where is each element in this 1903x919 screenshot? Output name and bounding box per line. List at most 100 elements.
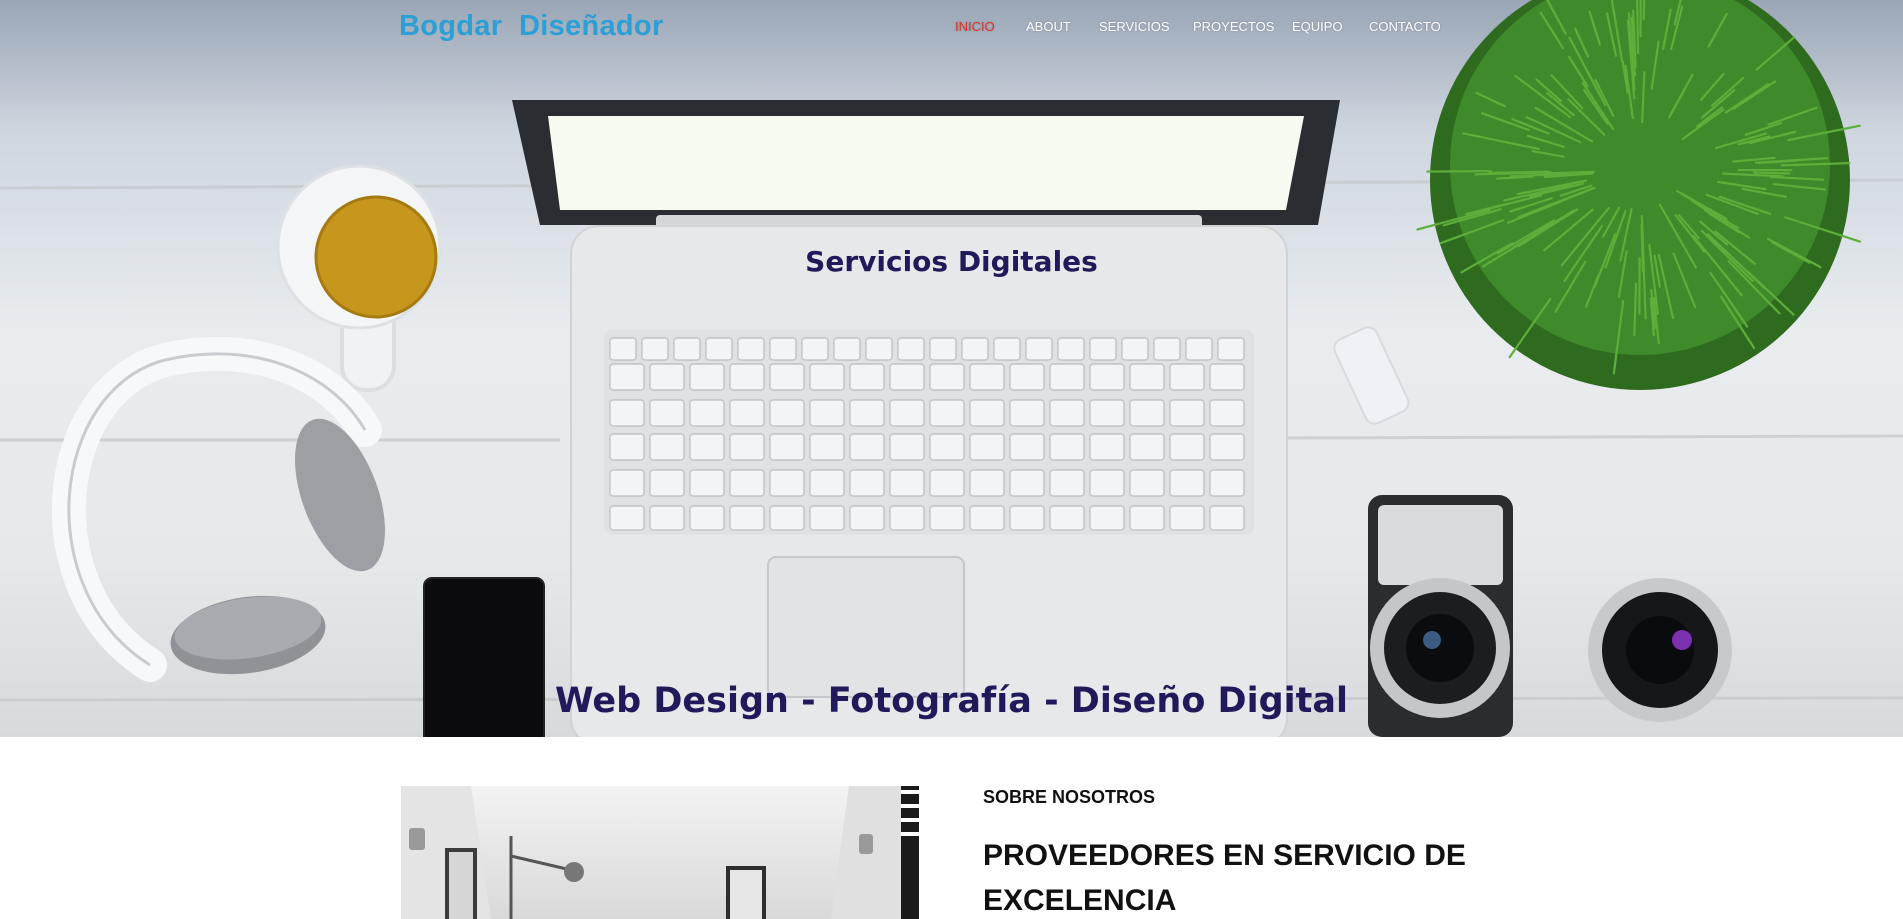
keyboard-key — [729, 433, 765, 461]
keyboard-key — [649, 433, 685, 461]
keyboard-key — [1009, 399, 1045, 427]
nav-item-about[interactable]: ABOUT — [1026, 19, 1071, 34]
keyboard-key — [1129, 399, 1165, 427]
keyboard-key — [1049, 469, 1085, 497]
keyboard-key — [1185, 337, 1213, 361]
keyboard-key — [1129, 363, 1165, 391]
nav-item-servicios[interactable]: SERVICIOS — [1099, 19, 1170, 34]
keyboard-key — [809, 505, 845, 531]
keyboard-key — [865, 337, 893, 361]
keyboard-key — [889, 433, 925, 461]
keyboard-key — [1009, 505, 1045, 531]
keyboard-key — [729, 505, 765, 531]
keyboard-key — [649, 469, 685, 497]
keyboard-key — [689, 505, 725, 531]
keyboard-key — [729, 363, 765, 391]
keyboard-key — [689, 469, 725, 497]
nav-item-proyectos[interactable]: PROYECTOS — [1193, 19, 1274, 34]
keyboard-key — [769, 399, 805, 427]
keyboard-key — [1089, 505, 1125, 531]
keyboard-key — [969, 505, 1005, 531]
keyboard-key — [1209, 433, 1245, 461]
keyboard-key — [849, 433, 885, 461]
keyboard-key — [1129, 433, 1165, 461]
keyboard-key — [1217, 337, 1245, 361]
keyboard-key — [609, 469, 645, 497]
grass-strand — [1642, 0, 1646, 21]
nav-item-inicio[interactable]: INICIO — [955, 19, 995, 34]
keyboard-key — [1129, 469, 1165, 497]
keyboard-key — [929, 433, 965, 461]
nav-item-equipo[interactable]: EQUIPO — [1292, 19, 1343, 34]
keyboard-key — [649, 363, 685, 391]
keyboard-key — [641, 337, 669, 361]
keyboard-key — [833, 337, 861, 361]
hero-banner: Bogdar Diseñador INICIO ABOUT SERVICIOS … — [0, 0, 1903, 737]
keyboard-key — [1209, 505, 1245, 531]
keyboard-key — [609, 337, 637, 361]
keyboard-key — [769, 433, 805, 461]
keyboard-key — [1089, 433, 1125, 461]
keyboard-key — [1089, 337, 1117, 361]
keyboard-key — [1009, 469, 1045, 497]
keyboard-key — [929, 399, 965, 427]
keyboard-key — [1049, 433, 1085, 461]
keyboard-key — [849, 363, 885, 391]
keyboard-key — [889, 363, 925, 391]
keyboard-key — [769, 363, 805, 391]
section-label: SOBRE NOSOTROS — [983, 787, 1156, 807]
site-logo[interactable]: Bogdar Diseñador — [399, 10, 664, 43]
keyboard-key — [1089, 469, 1125, 497]
keyboard-key — [1089, 399, 1125, 427]
keyboard-key — [729, 469, 765, 497]
keyboard-key — [929, 337, 957, 361]
hero-subtitle: Web Design - Fotografía - Diseño Digital — [554, 681, 1349, 721]
keyboard-key — [849, 505, 885, 531]
keyboard-key — [1169, 399, 1205, 427]
keyboard-key — [1025, 337, 1053, 361]
keyboard-key — [1209, 469, 1245, 497]
keyboard-key — [1049, 505, 1085, 531]
keyboard-key — [969, 363, 1005, 391]
keyboard-key — [1049, 399, 1085, 427]
grass-plant-image — [1416, 0, 1861, 390]
keyboard-key — [889, 469, 925, 497]
keyboard-key — [1209, 399, 1245, 427]
keyboard-key — [929, 505, 965, 531]
keyboard-key — [993, 337, 1021, 361]
keyboard-key — [609, 363, 645, 391]
keyboard-key — [969, 399, 1005, 427]
keyboard-key — [689, 399, 725, 427]
keyboard-key — [897, 337, 925, 361]
nav-item-contacto[interactable]: CONTACTO — [1369, 19, 1441, 34]
keyboard-key — [769, 469, 805, 497]
keyboard-key — [673, 337, 701, 361]
keyboard-key — [961, 337, 989, 361]
keyboard-key — [1057, 337, 1085, 361]
hero-background-image — [0, 0, 1903, 737]
keyboard-key — [1169, 363, 1205, 391]
keyboard-key — [809, 399, 845, 427]
keyboard-key — [649, 505, 685, 531]
keyboard-key — [889, 505, 925, 531]
keyboard-key — [649, 399, 685, 427]
keyboard-key — [1169, 505, 1205, 531]
section-heading: PROVEEDORES EN SERVICIO DE EXCELENCIA — [983, 839, 1466, 917]
keyboard-key — [1049, 363, 1085, 391]
keyboard-key — [1129, 505, 1165, 531]
laptop-image — [512, 100, 1340, 737]
keyboard-key — [1009, 363, 1045, 391]
keyboard-key — [809, 363, 845, 391]
grass-strand — [1753, 171, 1791, 175]
keyboard-key — [1121, 337, 1149, 361]
keyboard-key — [1009, 433, 1045, 461]
grass-strand — [1488, 170, 1548, 174]
keyboard-key — [705, 337, 733, 361]
keyboard-key — [929, 363, 965, 391]
keyboard-key — [809, 433, 845, 461]
usb-drive-image — [1333, 326, 1410, 425]
hero-title: Servicios Digitales — [805, 245, 1098, 278]
grass-strand — [1636, 0, 1640, 55]
keyboard-key — [769, 505, 805, 531]
keyboard-key — [1169, 433, 1205, 461]
